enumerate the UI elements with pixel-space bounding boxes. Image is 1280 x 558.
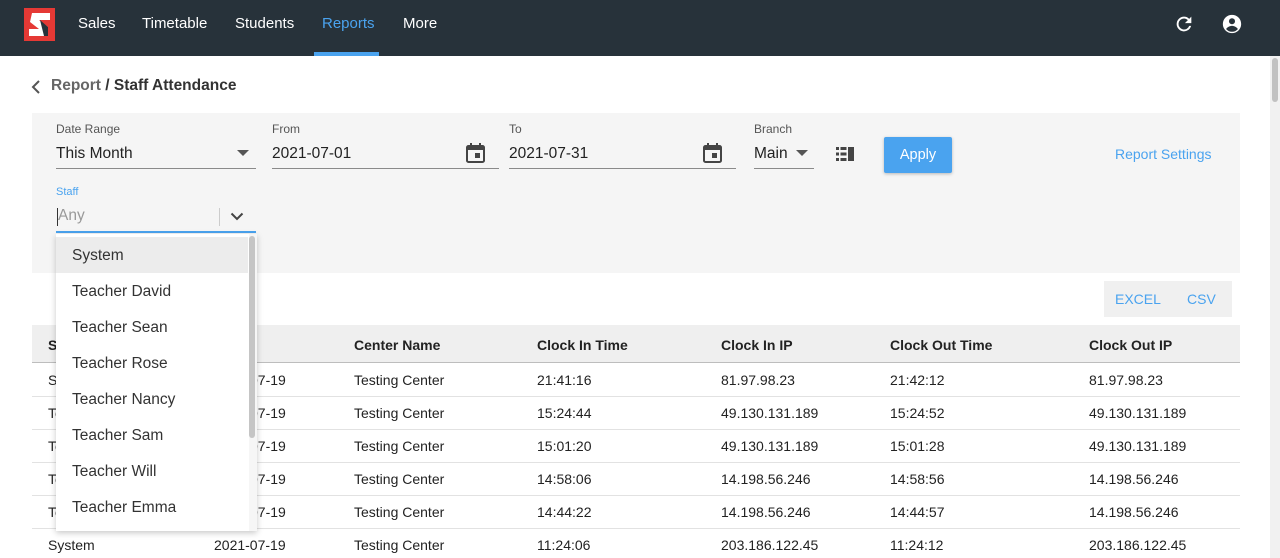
chevron-down-icon[interactable] <box>230 212 244 221</box>
cell-clock-in-time: 21:41:16 <box>537 372 592 388</box>
report-settings-link[interactable]: Report Settings <box>1115 146 1212 162</box>
app-logo[interactable] <box>24 8 55 41</box>
from-date-input[interactable]: 2021-07-01 <box>272 145 351 163</box>
cell-clock-in-ip: 49.130.131.189 <box>721 438 819 454</box>
cell-staff: System <box>48 537 95 553</box>
excel-export-button[interactable]: EXCEL <box>1115 291 1161 307</box>
cell-center: Testing Center <box>354 438 445 454</box>
cell-clock-out-time: 11:24:12 <box>890 537 944 553</box>
cell-clock-in-ip: 81.97.98.23 <box>721 372 795 388</box>
calendar-icon[interactable] <box>703 143 722 163</box>
cell-center: Testing Center <box>354 504 445 520</box>
staff-dropdown-menu: System Teacher David Teacher Sean Teache… <box>56 234 257 531</box>
col-clock-in-time-header[interactable]: Clock In Time <box>537 337 628 353</box>
page-scrollbar-thumb[interactable] <box>1272 58 1278 102</box>
cell-clock-in-time: 14:58:06 <box>537 471 592 487</box>
apply-button[interactable]: Apply <box>884 137 952 173</box>
to-underline <box>509 168 736 169</box>
dropdown-option-teacher-emma[interactable]: Teacher Emma <box>72 499 176 517</box>
cell-clock-in-ip: 14.198.56.246 <box>721 471 811 487</box>
dropdown-option-teacher-nancy[interactable]: Teacher Nancy <box>72 391 175 409</box>
col-center-name-header[interactable]: Center Name <box>354 337 440 353</box>
col-clock-in-ip-header[interactable]: Clock In IP <box>721 337 793 353</box>
dropdown-option-teacher-sean[interactable]: Teacher Sean <box>72 319 168 337</box>
branch-label: Branch <box>754 122 793 136</box>
cell-clock-out-time: 15:01:28 <box>890 438 945 454</box>
staff-underline <box>56 231 256 233</box>
dropdown-option-teacher-sam[interactable]: Teacher Sam <box>72 427 163 445</box>
nav-sales[interactable]: Sales <box>78 0 116 56</box>
nav-timetable[interactable]: Timetable <box>142 0 207 56</box>
cell-clock-in-time: 15:01:20 <box>537 438 592 454</box>
cell-clock-out-ip: 49.130.131.189 <box>1089 438 1187 454</box>
staff-label: Staff <box>56 186 79 198</box>
dropdown-option-teacher-will[interactable]: Teacher Will <box>72 463 156 481</box>
date-range-select[interactable]: This Month <box>56 145 133 163</box>
cell-clock-out-ip: 14.198.56.246 <box>1089 471 1179 487</box>
cell-clock-out-ip: 81.97.98.23 <box>1089 372 1163 388</box>
chevron-left-icon[interactable] <box>30 79 42 95</box>
staff-input-separator <box>219 208 220 226</box>
caret-down-icon[interactable] <box>237 150 249 156</box>
col-clock-out-time-header[interactable]: Clock Out Time <box>890 337 992 353</box>
cell-clock-in-ip: 49.130.131.189 <box>721 405 819 421</box>
cell-clock-in-time: 14:44:22 <box>537 504 592 520</box>
calendar-icon[interactable] <box>466 143 485 163</box>
page-scrollbar[interactable] <box>1270 56 1280 558</box>
col-clock-out-ip-header[interactable]: Clock Out IP <box>1089 337 1172 353</box>
cell-clock-out-time: 21:42:12 <box>890 372 945 388</box>
dropdown-option-system[interactable]: System <box>72 247 124 265</box>
dropdown-option-teacher-david[interactable]: Teacher David <box>72 283 171 301</box>
branch-underline <box>754 168 814 169</box>
text-cursor <box>57 208 58 226</box>
cell-clock-out-time: 14:44:57 <box>890 504 945 520</box>
date-range-label: Date Range <box>56 122 121 136</box>
nav-students[interactable]: Students <box>235 0 294 56</box>
nav-reports[interactable]: Reports <box>322 0 375 56</box>
branch-select[interactable]: Main <box>754 145 788 163</box>
account-circle-icon[interactable] <box>1221 13 1243 35</box>
dropdown-scrollbar-thumb[interactable] <box>249 236 255 438</box>
nav-active-indicator <box>314 52 379 56</box>
cell-clock-in-time: 11:24:06 <box>537 537 591 553</box>
breadcrumb: Report / Staff Attendance <box>51 77 236 95</box>
to-label: To <box>509 122 522 136</box>
cell-clock-out-time: 15:24:52 <box>890 405 945 421</box>
dropdown-option-teacher-rose[interactable]: Teacher Rose <box>72 355 168 373</box>
cell-clock-out-ip: 49.130.131.189 <box>1089 405 1187 421</box>
from-label: From <box>272 122 300 136</box>
cell-date: 2021-07-19 <box>214 537 286 553</box>
cell-center: Testing Center <box>354 372 445 388</box>
breadcrumb-separator: / <box>100 77 114 94</box>
from-underline <box>272 168 499 169</box>
cell-clock-out-ip: 203.186.122.45 <box>1089 537 1187 553</box>
cell-clock-out-ip: 14.198.56.246 <box>1089 504 1179 520</box>
page-title: Staff Attendance <box>113 77 237 94</box>
view-list-icon[interactable] <box>836 146 856 162</box>
date-range-underline <box>56 168 256 169</box>
cell-center: Testing Center <box>354 471 445 487</box>
breadcrumb-parent[interactable]: Report <box>51 77 101 94</box>
refresh-icon[interactable] <box>1173 13 1195 35</box>
to-date-input[interactable]: 2021-07-31 <box>509 145 588 163</box>
caret-down-icon[interactable] <box>796 150 808 156</box>
cell-clock-in-ip: 14.198.56.246 <box>721 504 811 520</box>
cell-center: Testing Center <box>354 405 445 421</box>
cell-clock-out-time: 14:58:56 <box>890 471 945 487</box>
nav-more[interactable]: More <box>403 0 437 56</box>
csv-export-button[interactable]: CSV <box>1187 291 1216 307</box>
cell-clock-in-ip: 203.186.122.45 <box>721 537 819 553</box>
cell-center: Testing Center <box>354 537 445 553</box>
top-nav-bar: Sales Timetable Students Reports More <box>0 0 1280 56</box>
cell-clock-in-time: 15:24:44 <box>537 405 592 421</box>
staff-input[interactable]: Any <box>58 207 85 225</box>
